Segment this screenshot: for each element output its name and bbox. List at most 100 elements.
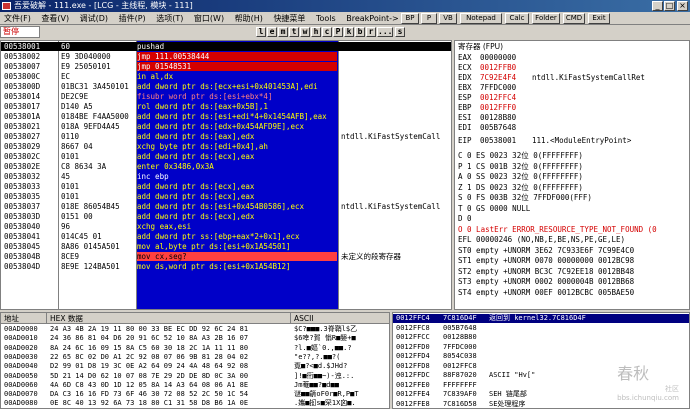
window-letter-button[interactable]: h [311,27,321,37]
menu-file[interactable]: 文件(F) [0,12,35,25]
disasm-row[interactable]: 00538021 018A 9EFD4A45 add dword ptr ds:[e… [1,122,451,131]
flag-row[interactable]: EFL 00000246 (NO,NB,E,BE,NS,PE,GE,LE) [458,235,625,244]
disasm-row[interactable]: 0053804B 8CE9 mov cx,seg? 未定义的段寄存器 [1,252,451,261]
flag-row[interactable]: ST2 empty +UNORM BC3C 7C92EE18 0012BB48 [458,267,634,276]
dump-row[interactable]: 00AD0070 DA C3 16 16 FD 73 6F 46 30 72 08… [1,390,389,399]
menu-help[interactable]: 帮助(H) [231,12,267,25]
menu-options[interactable]: 选项(T) [152,12,187,25]
flag-row[interactable]: D 0 [458,214,472,223]
flag-row[interactable]: A 0 SS 0023 32位 0(FFFFFFFF) [458,172,583,181]
disasm-row[interactable]: 00538045 8A86 0145A501 mov al,byte ptr ds:… [1,242,451,251]
register-row[interactable]: EDI 005B7648 [458,123,532,132]
window-letter-button[interactable]: m [278,27,288,37]
menu-window[interactable]: 窗口(W) [190,12,228,25]
disasm-row[interactable]: 0053800C EC in al,dx [1,72,451,81]
disasm-row[interactable]: 0053802E C8 8634 3A enter 0x3486,0x3A [1,162,451,171]
dump-row[interactable]: 00AD0080 0E 8C 40 13 92 6A 73 18 80 C1 31… [1,399,389,408]
window-letter-button[interactable]: b [355,27,365,37]
stack-row[interactable]: 0012FFC4 7C816D4F 返回到 kernel32.7C816D4F [393,314,689,323]
flag-row[interactable]: S 0 FS 003B 32位 7FFDF000(FFF) [458,193,592,202]
minimize-button[interactable]: _ [652,1,663,11]
register-row[interactable]: EAX 00000000 [458,53,532,62]
flag-row[interactable]: T 0 GS 0000 NULL [458,204,530,213]
menu-shortcut[interactable]: 快捷菜单 [269,12,309,25]
disasm-row[interactable]: 0053804D 8E9E 124BA501 mov ds,word ptr ds:… [1,262,451,271]
stack-row[interactable]: 0012FFC8 005B7648 [393,324,689,333]
flag-row[interactable]: ST3 empty +UNORM 0002 0000004B 0012BB68 [458,277,634,286]
flag-row[interactable]: ST0 empty +UNORM 3E62 7C933E6F 7C99E4C0 [458,246,634,255]
flag-row[interactable]: C 0 ES 0023 32位 0(FFFFFFFF) [458,151,583,160]
disasm-row[interactable]: 00538035 0101 add dword ptr ds:[ecx],eax [1,192,451,201]
p-button[interactable]: P [421,13,437,24]
window-letter-button[interactable]: l [256,27,266,37]
menu-breakpoint[interactable]: BreakPoint-> [342,12,403,25]
dump-row[interactable]: 00AD0060 4A 6D C8 43 0D 1D 12 05 8A 14 A3… [1,381,389,390]
stack-pane[interactable]: 0012FFC4 7C816D4F 返回到 kernel32.7C816D4F 001… [392,312,690,409]
flag-row[interactable]: ST4 empty +UNORM 00EF 0012BCBC 005BAE50 [458,288,634,297]
disasm-row[interactable]: 00538033 0101 add dword ptr ds:[ecx],eax [1,182,451,191]
register-row[interactable]: ESI 00128B80 [458,113,532,122]
flag-row[interactable]: P 1 CS 001B 32位 0(FFFFFFFF) [458,162,583,171]
window-letter-button[interactable]: w [300,27,310,37]
flag-row[interactable]: O 0 LastErr ERROR_RESOURCE_TYPE_NOT_FOUN… [458,225,657,234]
maximize-button[interactable]: □ [664,1,675,11]
window-letter-button[interactable]: c [322,27,332,37]
disasm-row[interactable]: 00538027 0110 add dword ptr ds:[eax],edx nt… [1,132,451,141]
stack-row[interactable]: 0012FFD0 7FFDC000 [393,343,689,352]
menu-view[interactable]: 查看(V) [37,12,73,25]
disasm-row[interactable]: 0053801A 0184BE F4AA5000 add dword ptr ds:… [1,112,451,121]
disasm-row[interactable]: 0053803D 0151 00 add dword ptr ds:[ecx],ed… [1,212,451,221]
window-letter-button[interactable]: ... [377,27,393,37]
dump-header-hex[interactable]: HEX 数据 [47,313,291,324]
dump-row[interactable]: 00AD0020 8A 24 6C 16 09 15 8A C5 60 30 18… [1,344,389,353]
window-letter-button[interactable]: s [395,27,405,37]
registers-pane[interactable]: 寄存器 (FPU) EAX 00000000 ECX 0012FFB0 EDX 7C92E… [454,40,690,310]
vb-button[interactable]: VB [439,13,457,24]
dump-row[interactable]: 00AD0000 24 A3 4B 2A 19 11 80 00 33 BE EC… [1,325,389,334]
disasm-row[interactable]: 0053802C 0101 add dword ptr ds:[ecx],eax [1,152,451,161]
disasm-row[interactable]: 0053800D 01BC31 3A450101 add dword ptr ds:… [1,82,451,91]
folder-button[interactable]: Folder [532,13,560,24]
register-row[interactable]: EBP 0012FFF0 [458,103,532,112]
menu-tools[interactable]: Tools [312,12,340,25]
disasm-row[interactable]: 00538040 96 xchg eax,esi [1,222,451,231]
dump-header-ascii[interactable]: ASCII [291,313,389,324]
disasm-row[interactable]: 00538017 D140 A5 rol dword ptr ds:[eax+0x5… [1,102,451,111]
flag-row[interactable]: Z 1 DS 0023 32位 0(FFFFFFFF) [458,183,583,192]
dump-row[interactable]: 00AD0010 24 36 86 81 04 D6 20 91 6C 52 10… [1,334,389,343]
window-letter-button[interactable]: k [344,27,354,37]
window-letter-button[interactable]: P [333,27,343,37]
register-row[interactable]: EBX 7FFDC000 [458,83,532,92]
disasm-row[interactable]: 00538002 E9 3D040000 jmp 111.00538444 [1,52,451,61]
menu-debug[interactable]: 调试(D) [76,12,112,25]
close-button[interactable]: × [677,1,688,11]
disasm-row[interactable]: 00538041 014C45 01 add dword ptr ss:[ebp+e… [1,232,451,241]
dump-header-address[interactable]: 地址 [1,313,47,324]
register-row[interactable]: EDX 7C92E4F4 ntdll.KiFastSystemCallRet [458,73,645,82]
dump-row[interactable]: 00AD0030 22 65 8C 02 D0 A1 2C 92 08 07 06… [1,353,389,362]
register-row[interactable]: EIP 00538001 111.<ModuleEntryPoint> [458,136,631,145]
window-letter-button[interactable]: r [366,27,376,37]
bp-button[interactable]: BP [401,13,419,24]
menu-plugins[interactable]: 插件(P) [115,12,150,25]
dump-row[interactable]: 00AD0040 D2 99 01 D8 19 3C 0E A2 64 09 24… [1,362,389,371]
dump-row[interactable]: 00AD0050 5D 21 14 D0 62 10 07 08 7E 29 2D… [1,372,389,381]
window-letter-button[interactable]: e [267,27,277,37]
disasm-row[interactable]: 00538014 DE2C9E fisubr word ptr ds:[esi+eb… [1,92,451,101]
flag-row[interactable]: ST1 empty +UNORM 0070 00000000 0012BC98 [458,256,634,265]
disasm-row[interactable]: 00538029 8667 04 xchg byte ptr ds:[edi+0x4… [1,142,451,151]
cpu-disassembly-pane[interactable]: 00538001 60 pushad 00538002 E9 3D040000 jmp 1… [0,40,452,310]
notepad-button[interactable]: Notepad [460,13,502,24]
stack-row[interactable]: 0012FFCC 00128B80 [393,333,689,342]
register-row[interactable]: ESP 0012FFC4 [458,93,532,102]
register-row[interactable]: ECX 0012FFB0 [458,63,532,72]
memory-dump-pane[interactable]: 地址 HEX 数据 ASCII 00AD0000 24 A3 4B 2A 19 1… [0,312,390,409]
disasm-row[interactable]: 00538032 45 inc ebp [1,172,451,181]
disasm-row[interactable]: 00538037 018E 86054B45 add dword ptr ds:[e… [1,202,451,211]
disasm-row[interactable]: 00538001 60 pushad [1,42,451,51]
disasm-row[interactable]: 00538007 E9 25050101 jmp 01548531 [1,62,451,71]
calc-button[interactable]: Calc [505,13,529,24]
window-letter-button[interactable]: t [289,27,299,37]
cmd-button[interactable]: CMD [563,13,585,24]
exit-button[interactable]: Exit [588,13,610,24]
